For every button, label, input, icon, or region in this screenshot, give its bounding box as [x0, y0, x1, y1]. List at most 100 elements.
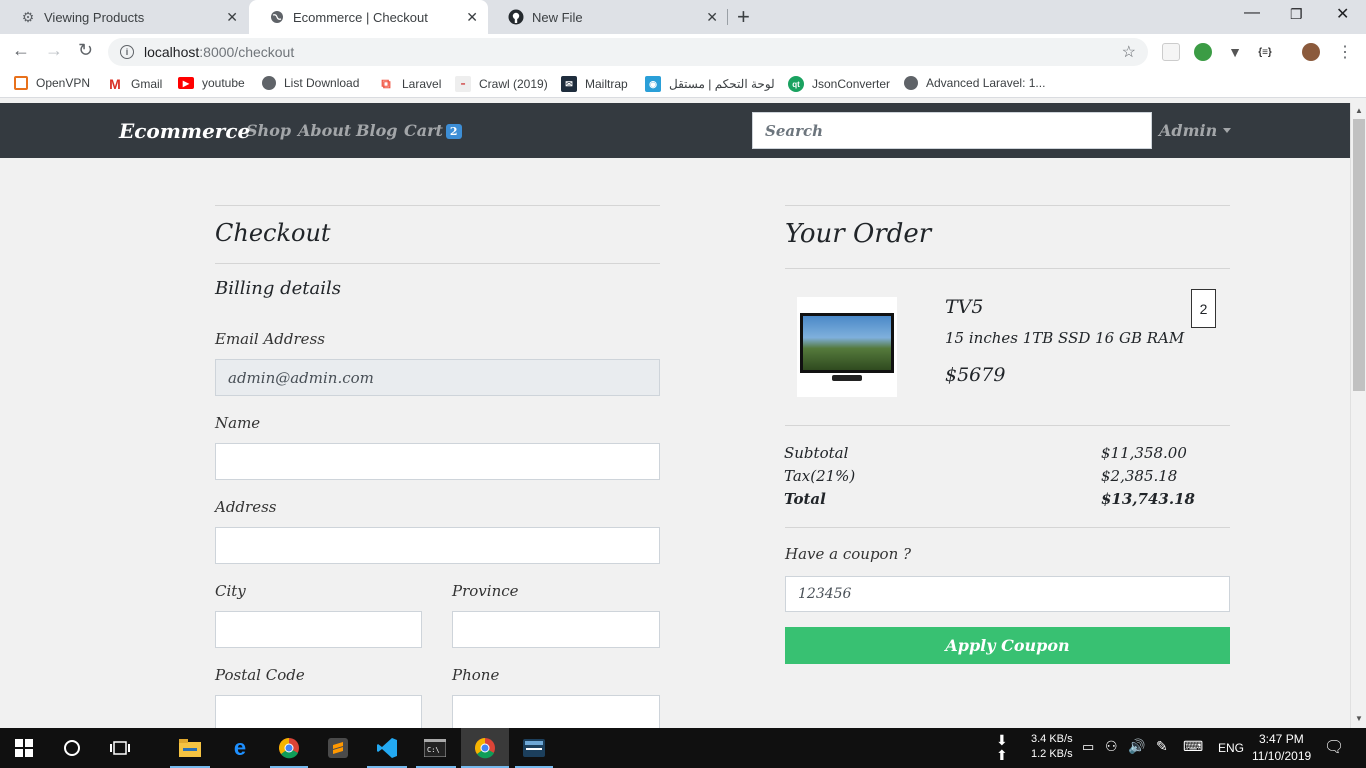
clock-date[interactable]: 11/10/2019 — [1252, 749, 1311, 763]
close-tab-icon[interactable]: ✕ — [466, 9, 478, 26]
tab-checkout[interactable]: Ecommerce | Checkout ✕ — [249, 0, 488, 34]
bookmark-openvpn[interactable]: OpenVPN — [14, 76, 90, 90]
url-path: :8000/checkout — [199, 44, 295, 60]
postal-code-label: Postal Code — [215, 666, 305, 684]
volume-icon[interactable]: 🔊 — [1128, 738, 1145, 755]
bookmarks-bar: OpenVPN M Gmail ▶ youtube List Download ⧉ L… — [0, 70, 1366, 98]
bookmark-youtube[interactable]: ▶ youtube — [178, 76, 245, 90]
bookmark-list-download[interactable]: List Download — [262, 76, 359, 90]
window-close-icon[interactable]: ✕ — [1336, 4, 1349, 24]
gear-icon: ⚙ — [21, 8, 35, 25]
nav-blog[interactable]: Blog — [356, 121, 397, 140]
address-field[interactable] — [215, 527, 660, 564]
github-icon — [508, 9, 524, 25]
bookmark-jsonconverter[interactable]: qt JsonConverter — [788, 76, 890, 92]
minimize-icon[interactable]: — — [1244, 4, 1260, 22]
extension-vue-icon[interactable]: ▼ — [1226, 43, 1244, 61]
province-field[interactable] — [452, 611, 660, 648]
net-up-speed: 1.2 KB/s — [1031, 748, 1073, 760]
svg-text:C:\: C:\ — [427, 746, 440, 754]
page-scrollbar[interactable]: ▲ ▼ — [1350, 103, 1366, 728]
chrome-icon[interactable] — [277, 736, 301, 760]
product-description: 15 inches 1TB SSD 16 GB RAM — [945, 329, 1185, 347]
divider — [785, 205, 1230, 206]
terminal-icon[interactable]: C:\ — [423, 736, 447, 760]
scroll-up-arrow-icon[interactable]: ▲ — [1355, 106, 1363, 115]
vscode-icon[interactable] — [375, 736, 399, 760]
forward-arrow-icon[interactable]: → — [45, 40, 63, 61]
bookmark-laravel[interactable]: ⧉ Laravel — [378, 76, 441, 92]
bookmark-mailtrap[interactable]: ✉ Mailtrap — [561, 76, 628, 92]
nav-cart[interactable]: Cart 2 — [404, 121, 462, 140]
keyboard-icon[interactable]: ⌨ — [1183, 738, 1203, 755]
extension-json-icon[interactable]: {≡} — [1256, 43, 1274, 61]
email-field[interactable]: admin@admin.com — [215, 359, 660, 396]
tab-viewing-products[interactable]: ⚙ Viewing Products ✕ — [0, 0, 248, 34]
page-viewport: Ecommerce Shop About Blog Cart 2 Search A… — [0, 103, 1350, 728]
close-tab-icon[interactable]: ✕ — [226, 9, 238, 26]
menu-kebab-icon[interactable]: ⋮ — [1336, 43, 1354, 61]
tab-new-file[interactable]: New File ✕ — [488, 0, 728, 34]
restore-icon[interactable]: ❐ — [1290, 6, 1303, 23]
extension-icon[interactable] — [1162, 43, 1180, 61]
bookmark-mostaql[interactable]: ◉ لوحة التحكم | مستقل — [645, 76, 775, 92]
caret-down-icon — [1223, 128, 1232, 133]
net-down-speed: 3.4 KB/s — [1031, 733, 1073, 745]
back-arrow-icon[interactable]: ← — [12, 40, 30, 61]
city-field[interactable] — [215, 611, 422, 648]
province-label: Province — [452, 582, 519, 600]
cortana-icon[interactable] — [60, 736, 84, 760]
windows-start-icon[interactable] — [12, 736, 36, 760]
chrome-active-icon[interactable] — [461, 728, 509, 768]
battery-icon[interactable]: ▭ — [1082, 739, 1094, 755]
globe-icon — [269, 9, 285, 25]
name-field[interactable] — [215, 443, 660, 480]
nav-about[interactable]: About — [298, 121, 351, 140]
nav-shop[interactable]: Shop — [246, 121, 291, 140]
tab-title: Viewing Products — [44, 9, 145, 25]
bookmark-star-icon[interactable]: ☆ — [1122, 42, 1136, 62]
reload-icon[interactable]: ↻ — [78, 40, 93, 61]
sublime-text-icon[interactable] — [326, 736, 350, 760]
divider — [215, 263, 660, 264]
youtube-icon: ▶ — [178, 77, 194, 89]
search-input[interactable]: Search — [752, 112, 1152, 149]
extension-globe-icon[interactable] — [1194, 43, 1212, 61]
tax-value: $2,385.18 — [1101, 467, 1178, 485]
address-label: Address — [215, 498, 277, 516]
bookmark-gmail[interactable]: M Gmail — [107, 76, 162, 92]
postal-code-field[interactable] — [215, 695, 422, 728]
quantity-box[interactable]: 2 — [1191, 289, 1216, 328]
bookmark-advanced-laravel[interactable]: Advanced Laravel: 1... — [904, 76, 1045, 90]
apply-coupon-button[interactable]: Apply Coupon — [785, 627, 1230, 664]
coupon-input[interactable]: 123456 — [785, 576, 1230, 612]
action-center-icon[interactable]: 🗨 — [1324, 737, 1344, 757]
pen-icon[interactable]: ✎ — [1156, 738, 1168, 755]
address-bar[interactable]: i localhost:8000/checkout ☆ — [108, 38, 1148, 66]
brand-logo[interactable]: Ecommerce — [119, 119, 250, 143]
task-view-icon[interactable] — [108, 736, 132, 760]
product-price: $5679 — [945, 364, 1006, 386]
user-dropdown[interactable]: Admin — [1159, 121, 1232, 140]
product-name: TV5 — [945, 296, 984, 318]
bookmark-crawl[interactable]: ━ Crawl (2019) — [455, 76, 548, 92]
scrollbar-thumb[interactable] — [1353, 119, 1365, 391]
product-image[interactable] — [797, 297, 897, 397]
clock-time[interactable]: 3:47 PM — [1259, 732, 1304, 746]
close-tab-icon[interactable]: ✕ — [706, 9, 718, 26]
network-icon[interactable]: ⚇ — [1105, 738, 1118, 755]
scroll-down-arrow-icon[interactable]: ▼ — [1355, 714, 1363, 723]
file-explorer-icon[interactable] — [178, 736, 202, 760]
edge-browser-icon[interactable]: e — [228, 735, 252, 760]
site-info-icon[interactable]: i — [120, 45, 134, 59]
url-host: localhost — [144, 44, 200, 60]
tab-separator — [727, 9, 728, 25]
new-tab-plus-icon[interactable]: + — [737, 4, 750, 30]
language-indicator[interactable]: ENG — [1218, 741, 1244, 755]
globe-icon — [262, 76, 276, 90]
mysql-workbench-icon[interactable] — [522, 736, 546, 760]
profile-avatar[interactable] — [1302, 43, 1320, 61]
browser-tab-bar: ⚙ Viewing Products ✕ Ecommerce | Checkou… — [0, 0, 1366, 34]
openvpn-icon — [14, 76, 28, 90]
phone-field[interactable] — [452, 695, 660, 728]
